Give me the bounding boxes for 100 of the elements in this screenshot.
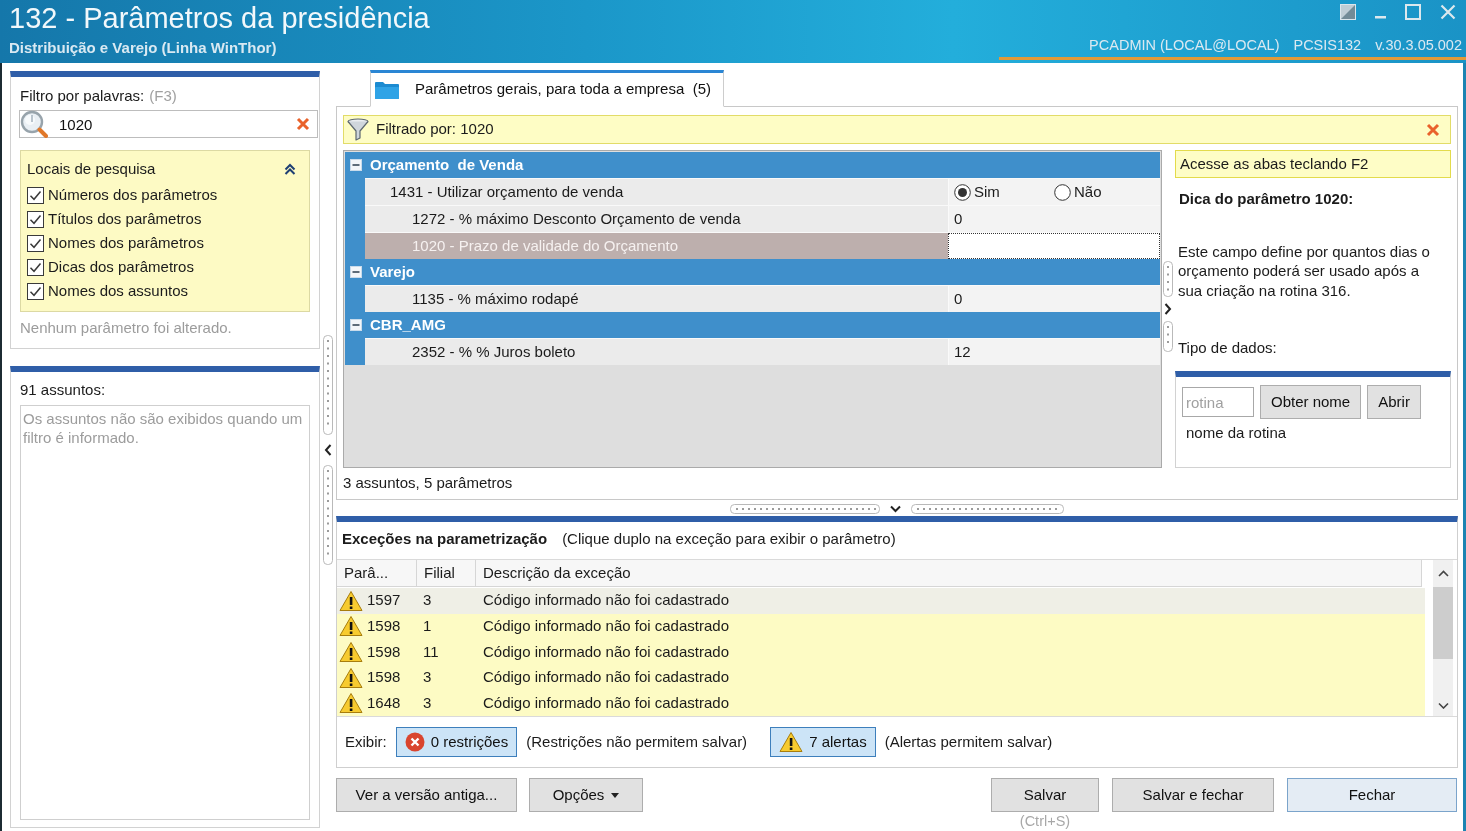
checkbox[interactable] bbox=[27, 234, 44, 252]
caret-icon bbox=[611, 792, 620, 798]
value-cell[interactable]: 12 bbox=[948, 339, 1160, 365]
radio-label[interactable]: Sim bbox=[974, 182, 1000, 202]
checkbox-label[interactable]: Nomes dos assuntos bbox=[48, 281, 189, 301]
section-title: Locais de pesquisa bbox=[27, 159, 156, 179]
table-cell: 3 bbox=[423, 668, 432, 686]
exception-row[interactable]: 1648 3 Código informado não foi cadastrado bbox=[337, 690, 1425, 716]
hint-title: Dica do parâmetro 1020: bbox=[1178, 190, 1355, 209]
chevron-up-icon[interactable] bbox=[1437, 570, 1449, 577]
group-header[interactable]: Varejo bbox=[345, 259, 1160, 285]
warning-icon bbox=[339, 692, 363, 715]
group-header[interactable]: CBR_AMG bbox=[345, 312, 1160, 338]
version-text: v.30.3.05.002 bbox=[1375, 37, 1462, 54]
scrollbar-thumb[interactable] bbox=[1433, 587, 1453, 659]
warning-icon bbox=[339, 641, 363, 663]
shortcut-note: Acesse as abas teclando F2 bbox=[1175, 150, 1451, 178]
table-cell: 1648 bbox=[367, 693, 401, 713]
routine-name-text: nome da rotina bbox=[1185, 424, 1288, 443]
radio-button[interactable] bbox=[954, 183, 971, 201]
shortcut-hint: (Ctrl+S) bbox=[1019, 813, 1071, 830]
toggle-note: (Restrições não permitem salvar) bbox=[526, 732, 748, 752]
table-cell: 1597 bbox=[367, 591, 401, 611]
window-subtitle: Distribuição e Varejo (Linha WinThor) bbox=[9, 39, 278, 57]
window-title: 132 - Parâmetros da presidência bbox=[9, 1, 430, 35]
checkbox-label[interactable]: Nomes dos parâmetros bbox=[48, 233, 204, 253]
tab[interactable]: Parâmetros gerais, para toda a empresa (5) bbox=[370, 70, 724, 107]
parameter-row[interactable]: 2352 - % % Juros boleto 12 bbox=[365, 338, 1160, 365]
table-cell: Código informado não foi cadastrado bbox=[483, 617, 729, 634]
table-cell: Código informado não foi cadastrado bbox=[483, 693, 729, 711]
radio-button[interactable] bbox=[1054, 183, 1071, 201]
parameter-row[interactable]: 1135 - % máximo rodapé 0 bbox=[365, 285, 1160, 312]
value-cell[interactable]: Sim Não bbox=[948, 179, 1160, 205]
close-icon[interactable] bbox=[1426, 122, 1440, 137]
collapse-icon[interactable] bbox=[284, 163, 296, 175]
chevron-right-icon[interactable] bbox=[1163, 303, 1172, 315]
splitter-handle[interactable] bbox=[1162, 321, 1173, 352]
group-title: Varejo bbox=[370, 262, 416, 282]
group-header[interactable]: Orçamento de Venda bbox=[345, 152, 1160, 178]
checkbox-label[interactable]: Dicas dos parâmetros bbox=[48, 257, 194, 277]
user-info: PCADMIN (LOCAL@LOCAL) bbox=[1089, 37, 1280, 54]
empty-message: Os assuntos não são exibidos quando um filtro é informado. bbox=[23, 409, 303, 447]
table-cell: 1 bbox=[423, 617, 432, 634]
splitter-handle[interactable] bbox=[911, 503, 1064, 514]
chevron-left-icon[interactable] bbox=[324, 444, 332, 456]
scrollbar-track[interactable] bbox=[1433, 560, 1453, 716]
routine-code: PCSIS132 bbox=[1293, 37, 1362, 54]
splitter-handle[interactable] bbox=[730, 503, 880, 514]
warning-icon bbox=[779, 731, 804, 753]
save-and-close-button[interactable]: Salvar e fechar bbox=[1112, 778, 1274, 812]
warning-icon bbox=[339, 666, 363, 689]
half-filled-square-icon[interactable] bbox=[1340, 4, 1356, 20]
checkbox[interactable] bbox=[27, 282, 44, 300]
exception-row[interactable]: 1598 11 Código informado não foi cadastrado bbox=[337, 639, 1425, 665]
close-button[interactable]: Fechar bbox=[1287, 778, 1457, 812]
checkbox-label[interactable]: Títulos dos parâmetros bbox=[48, 209, 202, 229]
options-button[interactable]: Opções bbox=[529, 778, 643, 812]
radio-label[interactable]: Não bbox=[1074, 182, 1102, 202]
data-type-label: Tipo de dados: bbox=[1177, 339, 1278, 358]
panel-title: Exceções na parametrização bbox=[342, 529, 548, 549]
restrictions-toggle[interactable]: 0 restrições bbox=[395, 727, 518, 757]
filter-text: Filtrado por: 1020 bbox=[376, 120, 494, 139]
parameter-label: 2352 - % % Juros boleto bbox=[412, 342, 576, 362]
group-title: CBR_AMG bbox=[370, 315, 446, 335]
old-version-button[interactable]: Ver a versão antiga... bbox=[336, 778, 517, 812]
parameter-label: 1431 - Utilizar orçamento de venda bbox=[390, 182, 624, 202]
checkbox-label[interactable]: Números dos parâmetros bbox=[48, 185, 218, 205]
get-name-button[interactable]: Obter nome bbox=[1260, 385, 1362, 419]
exception-row[interactable]: 1597 3 Código informado não foi cadastrado bbox=[337, 588, 1425, 614]
open-button[interactable]: Abrir bbox=[1367, 385, 1421, 419]
splitter-handle[interactable] bbox=[323, 335, 333, 435]
column-header[interactable]: Parâ... bbox=[337, 560, 417, 586]
value-cell[interactable]: 0 bbox=[948, 206, 1160, 232]
table-cell: Código informado não foi cadastrado bbox=[483, 591, 729, 609]
table-cell: 3 bbox=[423, 591, 432, 609]
splitter-handle[interactable] bbox=[1162, 261, 1173, 297]
panel-hint: (Clique duplo na exceção para exibir o parâmetro) bbox=[562, 529, 896, 549]
chevron-down-icon[interactable] bbox=[1437, 702, 1449, 709]
checkbox[interactable] bbox=[27, 186, 44, 204]
splitter-handle[interactable] bbox=[323, 465, 333, 565]
warning-icon bbox=[339, 589, 363, 612]
status-text: 3 assuntos, 5 parâmetros bbox=[343, 474, 514, 492]
value-field[interactable] bbox=[948, 233, 1160, 259]
save-button[interactable]: Salvar bbox=[991, 778, 1099, 812]
clear-icon[interactable] bbox=[296, 117, 310, 131]
parameter-row[interactable]: 1272 - % máximo Desconto Orçamento de venda 0 bbox=[365, 205, 1160, 232]
column-header[interactable]: Filial bbox=[417, 560, 476, 586]
exception-row[interactable]: 1598 1 Código informado não foi cadastrado bbox=[337, 613, 1425, 640]
maximize-icon[interactable] bbox=[1405, 4, 1421, 20]
value-cell[interactable]: 0 bbox=[948, 286, 1160, 312]
checkbox[interactable] bbox=[27, 210, 44, 228]
routine-field[interactable]: rotina bbox=[1182, 387, 1254, 417]
checkbox[interactable] bbox=[27, 258, 44, 276]
search-field[interactable]: 1020 bbox=[19, 110, 318, 138]
parameter-row[interactable]: 1431 - Utilizar orçamento de venda Sim Não bbox=[365, 178, 1160, 205]
column-header[interactable]: Descrição da exceção bbox=[476, 560, 1422, 586]
exception-row[interactable]: 1598 3 Código informado não foi cadastrado bbox=[337, 664, 1425, 691]
filter-icon bbox=[347, 117, 369, 142]
chevron-down-icon[interactable] bbox=[890, 504, 901, 513]
alerts-toggle[interactable]: 7 alertas bbox=[770, 727, 876, 757]
